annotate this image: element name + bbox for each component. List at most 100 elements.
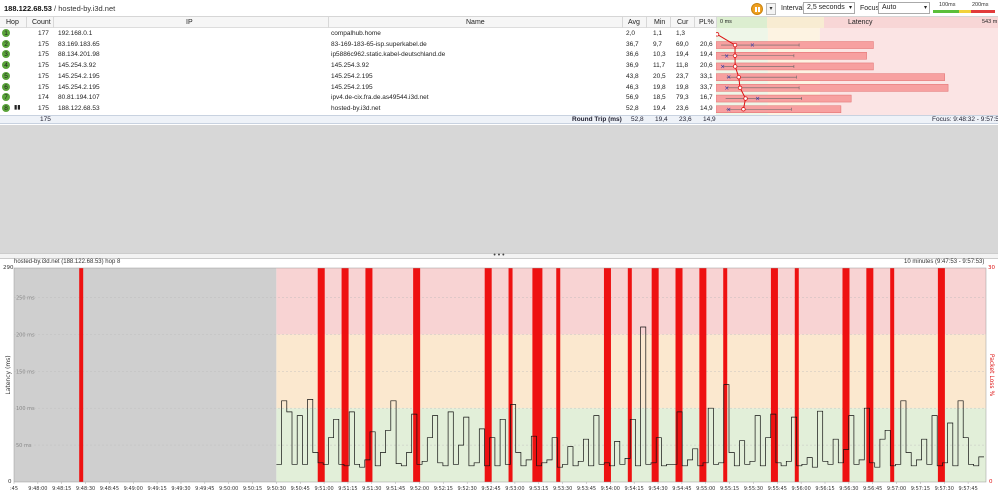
hop-min: 19,4 — [653, 104, 666, 112]
hop-cur: 19,8 — [676, 83, 689, 91]
packet-loss-mark — [365, 268, 373, 482]
scale-yellow-bar — [959, 10, 971, 13]
x-tick-label: 9:55:00 — [696, 486, 715, 492]
x-tick-label: 9:53:30 — [553, 486, 572, 492]
x-tick-label: 9:52:00 — [410, 486, 429, 492]
average-latency-point — [716, 32, 720, 37]
hop-min: 9,7 — [653, 40, 663, 48]
hop-packet-loss: 33,7 — [700, 83, 713, 91]
x-tick-label: 9:52:15 — [434, 486, 453, 492]
table-row[interactable]: 1 177 192.168.0.1 compalhub.home 2,0 1,1 1,3 — [0, 29, 716, 38]
hop-avg: 56,9 — [626, 94, 639, 102]
loss-axis-min-label: 0 — [989, 479, 993, 485]
hop-cur: 23,6 — [676, 104, 689, 112]
hop-ip: 80.81.194.107 — [58, 94, 100, 102]
col-min[interactable]: Min — [654, 19, 665, 26]
average-latency-point — [737, 85, 743, 91]
x-tick-label: 9:51:30 — [362, 486, 381, 492]
x-tick-label: 9:51:15 — [338, 486, 357, 492]
x-tick-label: :45 — [10, 486, 18, 492]
hop-min: 11,7 — [653, 62, 666, 70]
col-latency[interactable]: Latency — [848, 19, 873, 26]
focus-select[interactable]: Auto ▾ — [878, 2, 930, 14]
chevron-down-icon: ▾ — [848, 5, 852, 11]
col-avg[interactable]: Avg — [628, 19, 640, 26]
x-tick-label: 9:48:30 — [76, 486, 95, 492]
y-tick-label: 50 ms — [16, 443, 32, 449]
col-divider — [646, 17, 647, 28]
y-axis-title: Latency (ms) — [5, 355, 12, 394]
hop-ip: 145.254.2.195 — [58, 83, 100, 91]
col-pl[interactable]: PL% — [699, 19, 714, 26]
x-tick-label: 9:51:00 — [314, 486, 333, 492]
x-tick-label: 9:49:00 — [124, 486, 143, 492]
current-latency-marker: × — [750, 42, 755, 49]
latency-axis-start: 0 ms — [720, 19, 732, 25]
table-row[interactable]: 2 175 83.169.183.65 83-169-183-65-isp.super… — [0, 39, 716, 49]
table-row[interactable]: 6 175 145.254.2.195 145.254.2.195 46,3 19,8 19… — [0, 82, 716, 92]
current-latency-marker: × — [720, 63, 725, 70]
col-cur[interactable]: Cur — [677, 19, 688, 26]
hop-name: compalhub.home — [331, 30, 381, 37]
average-latency-point — [732, 42, 738, 48]
table-row[interactable]: 7 174 80.81.194.107 ipv4.de-cix.fra.de.as49… — [0, 93, 716, 102]
hop-packet-loss: 19,4 — [700, 51, 713, 59]
x-tick-label: 9:53:00 — [505, 486, 524, 492]
scale-200-label: 200ms — [972, 2, 989, 8]
scale-100-label: 100ms — [939, 2, 956, 8]
x-tick-label: 9:56:15 — [815, 486, 834, 492]
current-latency-marker: × — [726, 106, 731, 113]
hop-count: 175 — [38, 72, 49, 80]
target-title: 188.122.68.53 / hosted-by.i3d.net — [4, 4, 115, 13]
x-tick-label: 9:50:15 — [243, 486, 262, 492]
x-tick-label: 9:52:30 — [458, 486, 477, 492]
focus-value: Auto — [882, 4, 897, 11]
hop-ip: 83.169.183.65 — [58, 40, 100, 48]
col-divider — [26, 17, 27, 28]
focus-label: Focus — [860, 5, 880, 12]
x-tick-label: 9:52:45 — [481, 486, 500, 492]
x-tick-label: 9:50:45 — [291, 486, 310, 492]
col-divider — [622, 17, 623, 28]
interval-select[interactable]: 2,5 seconds ▾ — [803, 2, 855, 14]
x-tick-label: 9:48:00 — [28, 486, 47, 492]
table-row[interactable]: 5 175 145.254.2.195 145.254.2.195 43,8 20,5 23… — [0, 71, 716, 81]
scale-red-bar — [971, 10, 995, 13]
table-row[interactable]: 3 175 88.134.201.98 ip5886c962.static.kabel… — [0, 50, 716, 59]
x-tick-label: 9:53:15 — [529, 486, 548, 492]
hop-cur: 19,4 — [676, 51, 689, 59]
hop-ip: 145.254.3.92 — [58, 62, 96, 70]
hop-avg: 52,8 — [626, 104, 639, 112]
col-count[interactable]: Count — [32, 19, 51, 26]
col-divider — [328, 17, 329, 28]
loss-axis-title: Packet Loss % — [988, 354, 995, 397]
hop-min: 18,5 — [653, 94, 666, 102]
interval-label: Interval — [781, 5, 804, 12]
col-ip[interactable]: IP — [186, 19, 193, 26]
packet-loss-mark — [532, 268, 543, 482]
col-name[interactable]: Name — [466, 19, 485, 26]
table-row[interactable]: 4 175 145.254.3.92 145.254.3.92 36,9 11,7 11,8… — [0, 61, 716, 70]
table-row[interactable]: 8 175 188.122.68.53 hosted-by.i3d.net 52,8 19… — [0, 103, 716, 113]
total-cur: 23,6 — [679, 116, 692, 123]
hop-packet-loss: 20,6 — [700, 62, 713, 70]
pause-button[interactable] — [751, 3, 763, 15]
x-tick-label: 9:56:30 — [839, 486, 858, 492]
packet-loss-mark — [675, 268, 683, 482]
x-tick-label: 9:55:45 — [768, 486, 787, 492]
hop-count: 175 — [38, 83, 49, 91]
packet-loss-mark — [699, 268, 707, 482]
hop-avg: 36,6 — [626, 51, 639, 59]
hop-count: 175 — [38, 40, 49, 48]
options-dropdown-button[interactable]: ▾ — [766, 3, 776, 15]
x-tick-label: 9:55:30 — [744, 486, 763, 492]
interval-value: 2,5 seconds — [807, 4, 845, 11]
x-tick-label: 9:49:30 — [171, 486, 190, 492]
graph-bars-icon[interactable]: ▮▮ — [14, 104, 21, 113]
hop-ip: 145.254.2.195 — [58, 72, 100, 80]
col-hop[interactable]: Hop — [6, 19, 19, 26]
hop-ip: 188.122.68.53 — [58, 104, 100, 112]
y-axis-min-label: 0 — [8, 479, 12, 485]
y-tick-label: 200 ms — [16, 332, 35, 338]
hop-number-badge: 3 — [2, 50, 10, 59]
